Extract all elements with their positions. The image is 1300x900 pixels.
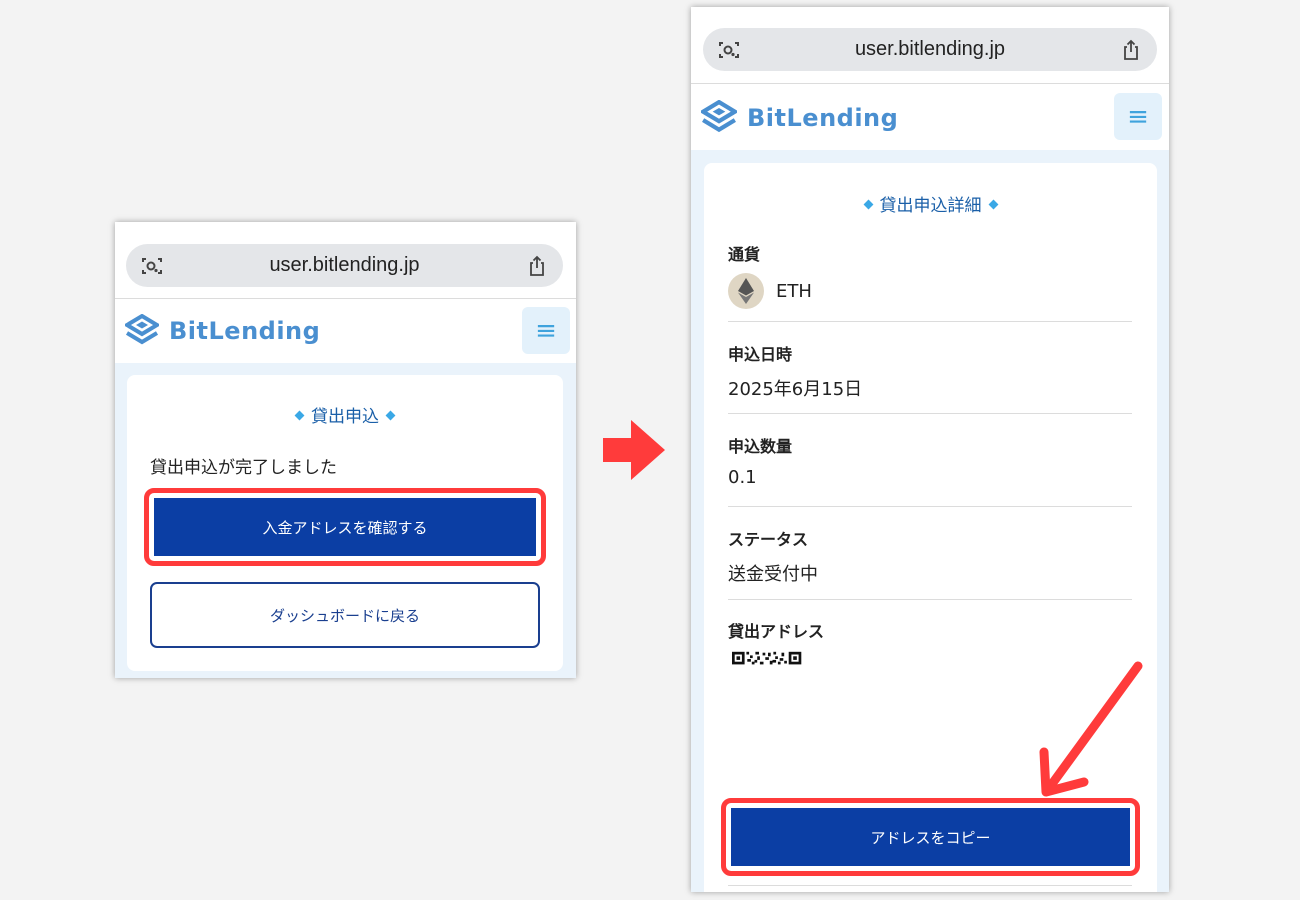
currency-value-row: ETH [728,273,1132,309]
field-divider [728,413,1132,414]
field-label: ステータス [728,530,809,549]
diamond-icon [385,410,396,420]
field-value: ETH [776,280,812,302]
url-text: user.bitlending.jp [269,254,420,276]
application-amount-field: 申込数量 0.1 [728,433,1132,488]
menu-button[interactable]: ≡ [522,307,570,354]
bitlending-logo-icon [701,100,737,133]
camera-lens-icon[interactable] [717,38,741,62]
brand-logo[interactable]: BitLending [125,314,320,348]
arrow-down-left-icon [1039,661,1143,797]
hamburger-icon: ≡ [1127,101,1149,132]
diamond-icon [863,199,873,209]
brand-logo[interactable]: BitLending [701,100,898,136]
url-bar[interactable]: user.bitlending.jp [126,244,563,287]
field-label: 申込数量 [728,437,793,456]
currency-field: 通貨 ETH [728,241,1132,309]
field-divider [728,321,1132,322]
completion-message: 貸出申込が完了しました [150,458,337,478]
header-divider [115,298,576,299]
back-to-dashboard-button[interactable]: ダッシュボードに戻る [150,582,540,648]
field-value: 0.1 [728,467,757,488]
application-card: 貸出申込 貸出申込が完了しました 入金アドレスを確認する ダッシュボードに戻る [127,375,563,671]
brand-name: BitLending [747,104,899,132]
qr-code-icon [732,651,802,665]
field-label: 通貨 [728,245,761,264]
menu-button[interactable]: ≡ [1114,93,1162,140]
diamond-icon [294,410,305,420]
header-divider [691,83,1169,84]
camera-lens-icon[interactable] [140,254,164,278]
status-field: ステータス 送金受付中 [728,526,1132,586]
card-title: 貸出申込 [127,402,563,427]
field-value: 2025年6月15日 [728,379,863,400]
url-text: user.bitlending.jp [854,38,1006,60]
left-phone-screen: user.bitlending.jp BitLending ≡ 貸出申込 貸出申… [115,222,576,678]
arrow-right-icon [603,420,665,480]
card-title: 貸出申込詳細 [704,191,1157,216]
field-label: 貸出アドレス [728,622,825,641]
field-divider [728,885,1132,886]
diamond-icon [988,199,998,209]
field-divider [728,506,1132,507]
url-bar[interactable]: user.bitlending.jp [703,28,1157,71]
copy-address-button[interactable]: アドレスをコピー [731,808,1130,866]
share-icon[interactable] [1119,38,1143,62]
field-value: 送金受付中 [728,564,818,585]
confirm-deposit-address-button[interactable]: 入金アドレスを確認する [154,498,536,556]
hamburger-icon: ≡ [535,315,557,346]
field-divider [728,599,1132,600]
share-icon[interactable] [525,254,549,278]
ethereum-icon [728,273,764,309]
application-date-field: 申込日時 2025年6月15日 [728,341,1132,401]
bitlending-logo-icon [125,314,159,345]
brand-name: BitLending [169,317,321,345]
field-label: 申込日時 [728,345,793,364]
